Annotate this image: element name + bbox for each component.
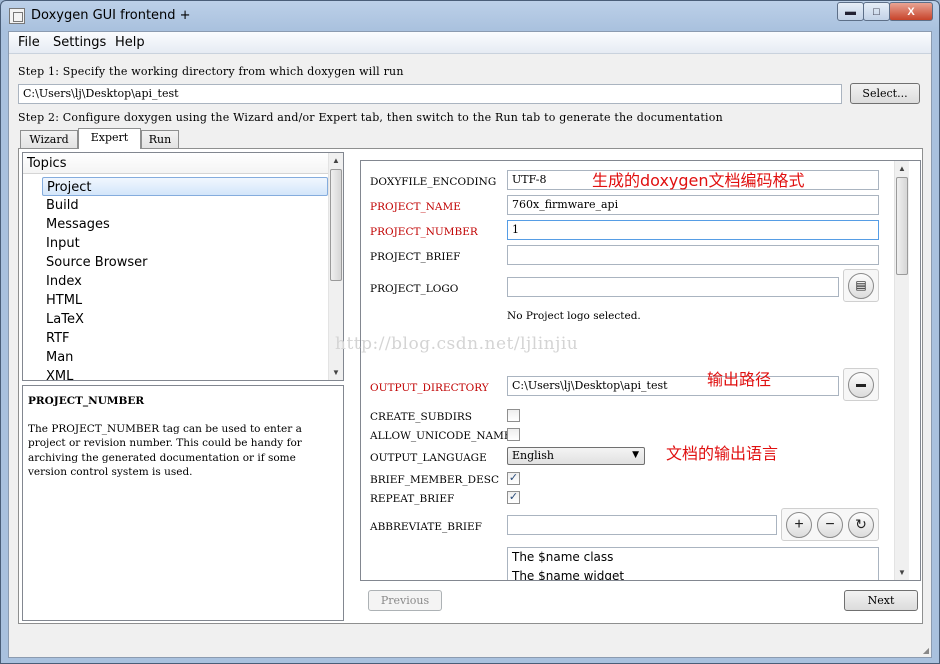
- scroll-up-icon[interactable]: ▲: [895, 161, 909, 176]
- project-brief-input[interactable]: [507, 245, 879, 265]
- scroll-down-icon[interactable]: ▼: [329, 365, 343, 380]
- label-doxyfile-encoding: DOXYFILE_ENCODING: [370, 176, 497, 188]
- label-create-subdirs: CREATE_SUBDIRS: [370, 411, 472, 423]
- menu-file[interactable]: File: [18, 35, 40, 50]
- menu-help[interactable]: Help: [115, 35, 145, 50]
- label-brief-member-desc: BRIEF_MEMBER_DESC: [370, 474, 499, 486]
- window-controls: ▬ □ X: [837, 2, 933, 22]
- annotation-output-path: 输出路径: [707, 370, 772, 389]
- create-subdirs-checkbox[interactable]: [507, 409, 520, 422]
- scroll-thumb[interactable]: [330, 169, 342, 281]
- label-project-number: PROJECT_NUMBER: [370, 226, 478, 238]
- logo-browse-box: ▤: [843, 269, 879, 302]
- help-title: PROJECT_NUMBER: [28, 395, 145, 407]
- topic-man[interactable]: Man: [42, 348, 328, 367]
- label-output-directory: OUTPUT_DIRECTORY: [370, 382, 489, 394]
- remove-icon[interactable]: −: [817, 512, 843, 538]
- topics-list: Topics Project Build Messages Input Sour…: [22, 152, 344, 381]
- help-text: The PROJECT_NUMBER tag can be used to en…: [28, 422, 302, 479]
- abbreviate-brief-input[interactable]: [507, 515, 777, 535]
- annotation-encoding: 生成的doxygen文档编码格式: [592, 171, 805, 190]
- chevron-down-icon: ▼: [632, 450, 639, 460]
- list-item[interactable]: The $name widget: [508, 567, 878, 580]
- topic-build[interactable]: Build: [42, 196, 328, 215]
- project-logo-note: No Project logo selected.: [507, 310, 641, 322]
- topic-project[interactable]: Project: [42, 177, 328, 196]
- next-button[interactable]: Next: [844, 590, 918, 611]
- previous-button[interactable]: Previous: [368, 590, 442, 611]
- settings-panel: DOXYFILE_ENCODING UTF-8 PROJECT_NAME 760…: [360, 160, 921, 581]
- step1-label: Step 1: Specify the working directory fr…: [18, 65, 404, 78]
- abbreviate-tools: + − ↻: [781, 508, 879, 541]
- select-dir-button[interactable]: Select...: [850, 83, 920, 104]
- menu-settings[interactable]: Settings: [53, 35, 106, 50]
- output-browse-box: ▬: [843, 368, 879, 401]
- label-output-language: OUTPUT_LANGUAGE: [370, 452, 487, 464]
- list-item[interactable]: The $name class: [508, 548, 878, 567]
- topic-source-browser[interactable]: Source Browser: [42, 253, 328, 272]
- label-abbreviate-brief: ABBREVIATE_BRIEF: [370, 521, 482, 533]
- window-title: Doxygen GUI frontend +: [31, 8, 191, 23]
- topic-html[interactable]: HTML: [42, 291, 328, 310]
- annotation-language: 文档的输出语言: [666, 444, 779, 463]
- app-icon: [9, 8, 25, 24]
- minimize-button[interactable]: ▬: [837, 2, 864, 21]
- reset-icon[interactable]: ↻: [848, 512, 874, 538]
- output-directory-input[interactable]: C:\Users\lj\Desktop\api_test: [507, 376, 839, 396]
- topic-input[interactable]: Input: [42, 234, 328, 253]
- maximize-button[interactable]: □: [863, 2, 890, 21]
- abbreviate-brief-list[interactable]: The $name class The $name widget: [507, 547, 879, 580]
- topic-latex[interactable]: LaTeX: [42, 310, 328, 329]
- topic-index[interactable]: Index: [42, 272, 328, 291]
- scroll-up-icon[interactable]: ▲: [329, 153, 343, 168]
- brief-member-desc-checkbox[interactable]: ✓: [507, 472, 520, 485]
- expert-pane: Topics Project Build Messages Input Sour…: [18, 148, 923, 624]
- tab-run[interactable]: Run: [141, 130, 179, 148]
- title-bar[interactable]: Doxygen GUI frontend + ▬ □ X: [1, 1, 939, 31]
- working-dir-input[interactable]: C:\Users\lj\Desktop\api_test: [18, 84, 842, 104]
- menu-bar: File Settings Help: [9, 32, 931, 54]
- tab-expert[interactable]: Expert: [78, 128, 141, 149]
- tab-wizard[interactable]: Wizard: [20, 130, 78, 148]
- project-number-input[interactable]: 1: [507, 220, 879, 240]
- help-panel: PROJECT_NUMBER The PROJECT_NUMBER tag ca…: [22, 385, 344, 621]
- settings-scrollbar[interactable]: ▲ ▼: [894, 161, 909, 580]
- topic-rtf[interactable]: RTF: [42, 329, 328, 348]
- output-language-select[interactable]: English ▼: [507, 447, 645, 465]
- label-repeat-brief: REPEAT_BRIEF: [370, 493, 455, 505]
- project-name-input[interactable]: 760x_firmware_api: [507, 195, 879, 215]
- label-allow-unicode-names: ALLOW_UNICODE_NAMES: [370, 430, 519, 442]
- step2-label: Step 2: Configure doxygen using the Wiza…: [18, 111, 723, 124]
- resize-grip-icon[interactable]: ◢: [923, 646, 929, 655]
- scroll-thumb[interactable]: [896, 177, 908, 275]
- label-project-name: PROJECT_NAME: [370, 201, 461, 213]
- output-language-value: English: [512, 449, 554, 462]
- watermark-text: http://blog.csdn.net/ljlinjiu: [335, 334, 579, 354]
- scroll-down-icon[interactable]: ▼: [895, 565, 909, 580]
- allow-unicode-names-checkbox[interactable]: [507, 428, 520, 441]
- doxygen-window: Doxygen GUI frontend + ▬ □ X File Settin…: [0, 0, 940, 664]
- file-icon[interactable]: ▤: [848, 273, 874, 299]
- topic-xml[interactable]: XML: [42, 367, 328, 380]
- add-icon[interactable]: +: [786, 512, 812, 538]
- close-button[interactable]: X: [889, 2, 933, 21]
- project-logo-input[interactable]: [507, 277, 839, 297]
- repeat-brief-checkbox[interactable]: ✓: [507, 491, 520, 504]
- label-project-brief: PROJECT_BRIEF: [370, 251, 461, 263]
- client-area: File Settings Help Step 1: Specify the w…: [8, 31, 932, 658]
- folder-icon[interactable]: ▬: [848, 372, 874, 398]
- topic-messages[interactable]: Messages: [42, 215, 328, 234]
- label-project-logo: PROJECT_LOGO: [370, 283, 459, 295]
- topics-header: Topics: [23, 153, 343, 174]
